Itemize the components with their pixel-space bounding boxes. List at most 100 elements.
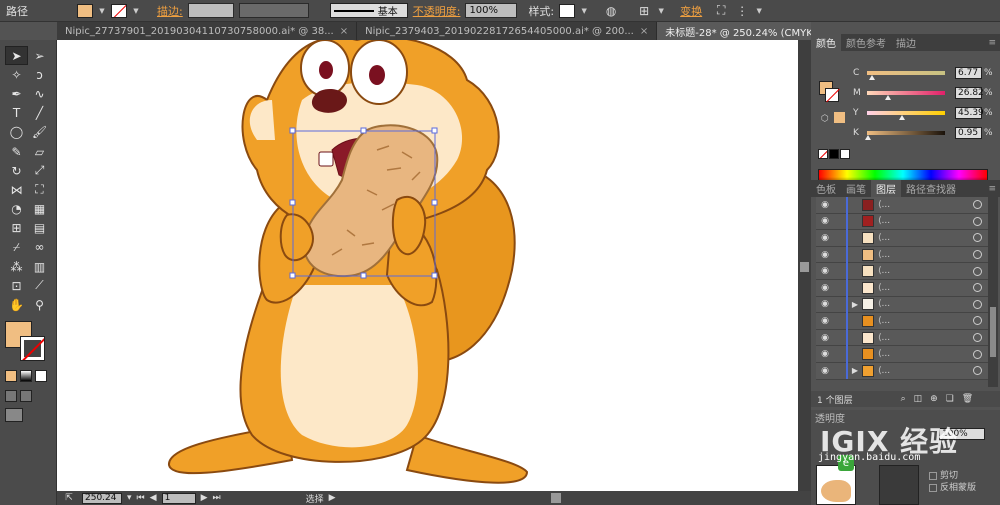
layer-row[interactable]: ◉ ⟨... [816, 229, 988, 247]
layers-scroll-thumb[interactable] [990, 307, 996, 357]
opacity-field[interactable]: 100% [465, 3, 518, 18]
document-tab[interactable]: Nipic_2379403_20190228172654405000.ai* @… [357, 22, 658, 40]
expand-arrow-icon[interactable]: ▶ [848, 300, 862, 309]
lasso-tool[interactable]: ↄ [28, 65, 51, 84]
tab-stroke[interactable]: 描边 [891, 34, 921, 51]
variable-width-field[interactable] [238, 3, 309, 18]
align-icon[interactable]: ⊞ [636, 3, 652, 19]
type-tool[interactable]: T [5, 104, 28, 123]
artboard-nav-icon[interactable]: ⇱ [61, 490, 77, 505]
tab-swatches[interactable]: 色板 [811, 180, 841, 197]
visibility-eye-icon[interactable]: ◉ [816, 299, 834, 309]
channel-value-field[interactable]: 0.95 [955, 127, 982, 139]
fill-swatch[interactable] [77, 3, 93, 18]
layer-name[interactable]: ⟨... [878, 333, 938, 343]
recolor-artwork-icon[interactable]: ◍ [603, 3, 619, 19]
close-tab-icon[interactable]: × [340, 26, 348, 37]
hand-tool[interactable]: ✋ [5, 295, 28, 314]
tab-brushes[interactable]: 画笔 [841, 180, 871, 197]
target-circle-icon[interactable] [973, 316, 982, 326]
mask-thumbnail[interactable] [879, 465, 919, 505]
perspective-grid-tool[interactable]: ▦ [28, 200, 51, 219]
mesh-tool[interactable]: ⊞ [5, 219, 28, 238]
status-menu-icon[interactable]: ▶ [329, 493, 336, 503]
tab-color-guide[interactable]: 颜色参考 [841, 34, 891, 51]
gamut-swatch[interactable] [834, 112, 845, 123]
visibility-eye-icon[interactable]: ◉ [816, 333, 834, 343]
more-options-icon[interactable]: ⋮ [734, 3, 750, 19]
layer-name[interactable]: ⟨... [878, 266, 938, 276]
transparency-opacity-field[interactable]: 100% [939, 428, 985, 440]
next-page-icon[interactable]: ▶ [201, 493, 208, 503]
fill-dropdown-icon[interactable]: ▼ [98, 4, 106, 18]
scale-tool[interactable]: ⤢ [28, 161, 51, 180]
zoom-dropdown-icon[interactable]: ▾ [127, 493, 132, 503]
new-sublayer-icon[interactable]: ⊕ [930, 394, 938, 404]
canvas-vertical-scrollbar[interactable] [798, 40, 811, 491]
shape-builder-tool[interactable]: ◔ [5, 200, 28, 219]
stroke-weight-field[interactable] [187, 3, 234, 18]
draw-normal-button[interactable] [5, 390, 17, 402]
selection-tool[interactable]: ➤ [5, 46, 28, 66]
rotate-tool[interactable]: ↻ [5, 161, 28, 180]
invert-mask-checkbox[interactable]: 反相蒙版 [929, 480, 976, 493]
paintbrush-tool[interactable]: 🖌 [28, 123, 51, 142]
pen-tool[interactable]: ✒ [5, 84, 28, 103]
channel-track[interactable] [867, 91, 945, 100]
last-page-icon[interactable]: ⏭ [212, 493, 220, 503]
eyedropper-tool[interactable]: ⌿ [5, 238, 28, 257]
slice-tool[interactable]: ⟋ [28, 276, 51, 295]
color-panel-menu-icon[interactable]: ≡ [988, 38, 1000, 48]
layer-row[interactable]: ◉ ▶ ⟨... [816, 362, 988, 380]
visibility-eye-icon[interactable]: ◉ [816, 349, 834, 359]
stroke-color-box[interactable] [20, 336, 45, 361]
new-layer-icon[interactable]: ❏ [946, 394, 954, 404]
ellipse-tool[interactable]: ◯ [5, 123, 28, 142]
layer-row[interactable]: ◉ ⟨... [816, 345, 988, 363]
transform-label[interactable]: 变换 [680, 3, 702, 19]
none-mode-button[interactable] [35, 370, 47, 382]
visibility-eye-icon[interactable]: ◉ [816, 200, 834, 210]
isolate-icon[interactable]: ⛶ [713, 3, 729, 19]
color-mode-button[interactable] [5, 370, 17, 382]
layer-name[interactable]: ⟨... [878, 233, 938, 243]
white-swatch[interactable] [840, 149, 850, 159]
visibility-eye-icon[interactable]: ◉ [816, 233, 834, 243]
channel-track[interactable] [864, 131, 945, 140]
layer-row[interactable]: ◉ ⟨... [816, 279, 988, 297]
make-clipping-mask-icon[interactable]: ◫ [914, 394, 923, 404]
draw-behind-button[interactable] [20, 390, 32, 402]
document-tab[interactable]: Nipic_27737901_20190304110730758000.ai* … [57, 22, 358, 40]
layer-name[interactable]: ⟨... [878, 366, 938, 376]
layer-row[interactable]: ◉ ⟨... [816, 312, 988, 330]
black-swatch[interactable] [829, 149, 839, 159]
visibility-eye-icon[interactable]: ◉ [816, 366, 834, 376]
layer-name[interactable]: ⟨... [878, 299, 938, 309]
stroke-weight-label[interactable]: 描边: [157, 3, 183, 19]
layer-name[interactable]: ⟨... [878, 250, 938, 260]
target-circle-icon[interactable] [973, 283, 982, 293]
color-panel-stroke-swatch[interactable] [825, 88, 839, 102]
visibility-eye-icon[interactable]: ◉ [816, 250, 834, 260]
layer-row[interactable]: ◉ ▶ ⟨... [816, 295, 988, 314]
curvature-tool[interactable]: ∿ [28, 84, 51, 103]
opacity-label[interactable]: 不透明度: [413, 3, 461, 19]
layer-row[interactable]: ◉ ⟨... [816, 246, 988, 264]
visibility-eye-icon[interactable]: ◉ [816, 316, 834, 326]
gradient-mode-button[interactable] [20, 370, 32, 382]
zoom-tool[interactable]: ⚲ [28, 295, 51, 314]
slider-knob-icon[interactable] [869, 75, 876, 80]
gradient-tool[interactable]: ▤ [28, 219, 51, 238]
prev-page-icon[interactable]: ◀ [150, 493, 157, 503]
channel-value-field[interactable]: 6.77 [955, 67, 982, 79]
channel-track[interactable] [867, 71, 945, 80]
stroke-dropdown-icon[interactable]: ▼ [132, 4, 140, 18]
layer-row[interactable]: ◉ ⟨... [816, 197, 988, 214]
tab-layers[interactable]: 图层 [871, 180, 901, 197]
line-tool[interactable]: ╱ [28, 104, 51, 123]
target-circle-icon[interactable] [973, 266, 982, 276]
target-circle-icon[interactable] [973, 333, 982, 343]
layer-name[interactable]: ⟨... [878, 349, 938, 359]
target-circle-icon[interactable] [973, 366, 982, 376]
scrollbar-thumb[interactable] [800, 262, 809, 272]
